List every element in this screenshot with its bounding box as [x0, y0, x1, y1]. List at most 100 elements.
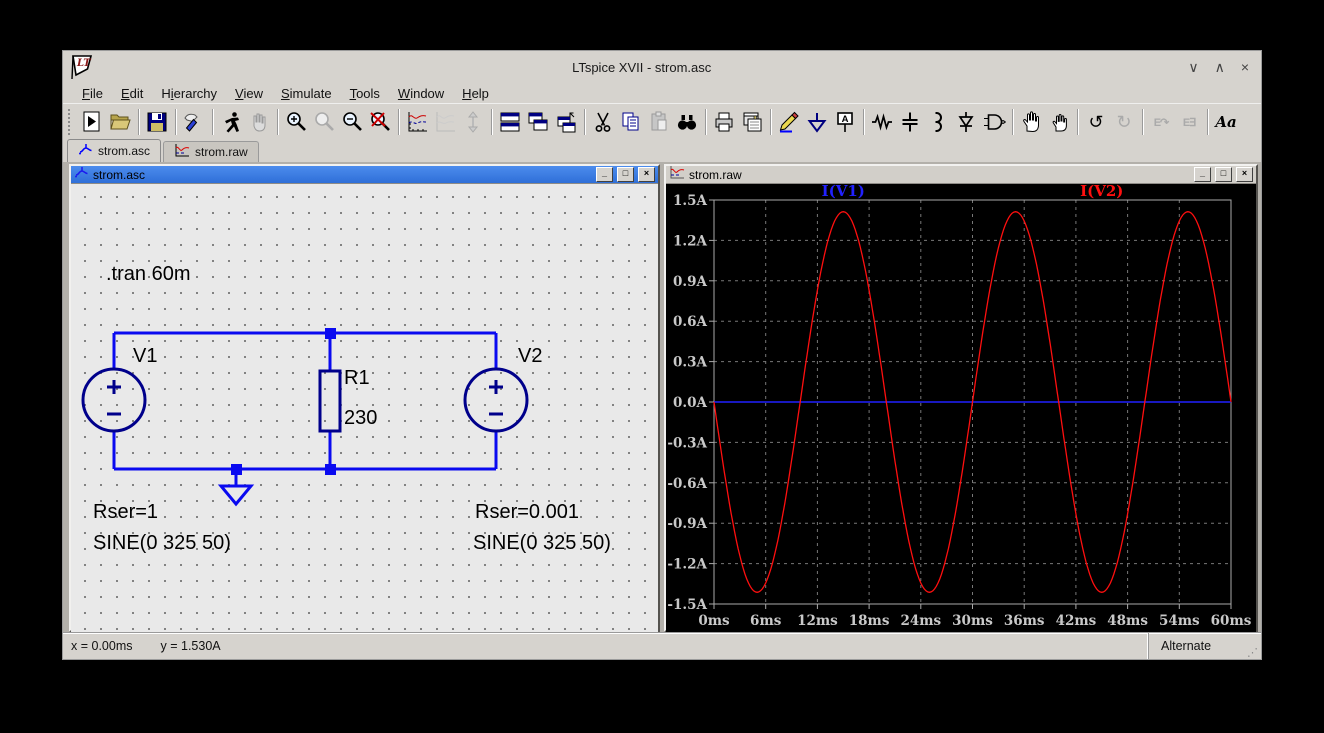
waveform-pane-alt-icon — [431, 108, 459, 136]
schematic-canvas[interactable]: .tran 60m V1 R1 230 V2 Rser=1 SINE(0 325… — [71, 183, 658, 632]
x-tick-label: 42ms — [1056, 613, 1097, 627]
waveform-window: strom.raw _ □ × 0ms 6ms 12ms 18ms 24ms 30ms 36… — [664, 164, 1258, 632]
print-icon[interactable] — [710, 108, 738, 136]
toolbar-grip[interactable] — [68, 109, 75, 135]
menu-bar: File Edit Hierarchy View Simulate Tools Window… — [63, 83, 1261, 103]
v1-rser-label[interactable]: Rser=1 — [93, 501, 158, 523]
close-button[interactable]: × — [1241, 59, 1249, 76]
resistor-r1[interactable] — [318, 369, 342, 433]
cut-icon[interactable] — [589, 108, 617, 136]
y-tick-label: 1.5A — [673, 193, 707, 209]
copy-icon[interactable] — [617, 108, 645, 136]
trace-label[interactable]: I(V2) — [1080, 182, 1123, 200]
y-tick-label: -0.9A — [667, 516, 707, 532]
menu-view[interactable]: View — [226, 85, 272, 102]
component-icon[interactable] — [980, 108, 1008, 136]
wire-icon[interactable] — [775, 108, 803, 136]
zoom-in-icon[interactable] — [282, 108, 310, 136]
child-minimize-button[interactable]: _ — [596, 167, 613, 182]
minimize-button[interactable]: ∨ — [1188, 59, 1198, 76]
menu-hierarchy[interactable]: Hierarchy — [152, 85, 226, 102]
diode-icon[interactable] — [952, 108, 980, 136]
menu-simulate[interactable]: Simulate — [272, 85, 341, 102]
trace-label[interactable]: I(V1) — [822, 182, 865, 200]
text-tool-icon[interactable]: Aa — [1212, 108, 1240, 136]
menu-tools[interactable]: Tools — [341, 85, 389, 102]
v1-ref-label[interactable]: V1 — [133, 345, 157, 367]
menu-window[interactable]: Window — [389, 85, 453, 102]
net-label-icon[interactable]: A — [831, 108, 859, 136]
find-icon[interactable] — [673, 108, 701, 136]
y-tick-label: 0.0A — [673, 395, 707, 411]
capacitor-icon[interactable] — [896, 108, 924, 136]
r1-value-label[interactable]: 230 — [344, 407, 377, 429]
v1-sine-label[interactable]: SINE(0 325 50) — [93, 532, 231, 554]
mdi-area: strom.asc _ □ × .tran 60m V1 R1 230 V2 R… — [63, 162, 1261, 632]
child-close-button[interactable]: × — [638, 167, 655, 182]
window-title: LTspice XVII - strom.asc — [572, 59, 712, 75]
maximize-button[interactable]: ∧ — [1215, 59, 1225, 76]
child-maximize-button[interactable]: □ — [1215, 167, 1232, 182]
ground-symbol[interactable] — [217, 484, 255, 507]
y-tick-label: -1.2A — [667, 557, 707, 573]
title-bar[interactable]: LT LTspice XVII - strom.asc ∨ ∧ × — [63, 51, 1261, 83]
voltage-source-v1[interactable] — [81, 367, 147, 433]
v2-rser-label[interactable]: Rser=0.001 — [475, 501, 579, 523]
new-schematic-icon[interactable] — [78, 108, 106, 136]
tile-vertical-icon[interactable] — [524, 108, 552, 136]
move-icon[interactable] — [1017, 108, 1045, 136]
schematic-window-title: strom.asc — [93, 167, 146, 182]
voltage-source-v2[interactable] — [463, 367, 529, 433]
cursor-x-readout: x = 0.00ms — [71, 639, 133, 653]
control-panel-icon[interactable] — [180, 108, 208, 136]
cascade-windows-icon[interactable] — [552, 108, 580, 136]
x-tick-label: 18ms — [849, 613, 890, 627]
v2-ref-label[interactable]: V2 — [518, 345, 542, 367]
drag-icon[interactable] — [1045, 108, 1073, 136]
ltspice-logo-icon: LT — [71, 54, 95, 80]
zoom-full-extents-icon[interactable] — [366, 108, 394, 136]
solver-mode: Alternate — [1148, 633, 1247, 659]
menu-edit[interactable]: Edit — [112, 85, 152, 102]
spice-directive[interactable]: .tran 60m — [106, 263, 190, 285]
mirror-icon: E∃ — [1182, 116, 1196, 129]
x-tick-label: 6ms — [750, 613, 782, 627]
ground-icon[interactable] — [803, 108, 831, 136]
autorange-y-icon — [459, 108, 487, 136]
child-minimize-button[interactable]: _ — [1194, 167, 1211, 182]
resistor-icon[interactable] — [868, 108, 896, 136]
run-icon[interactable] — [217, 108, 245, 136]
resize-grip[interactable]: ⋰ — [1247, 646, 1261, 659]
child-maximize-button[interactable]: □ — [617, 167, 634, 182]
waveform-plot[interactable]: 0ms 6ms 12ms 18ms 24ms 30ms 36ms 42ms 48ms 54ms 60… — [666, 182, 1256, 632]
inductor-icon[interactable] — [924, 108, 952, 136]
schematic-doc-icon — [78, 143, 93, 160]
menu-file[interactable]: File — [73, 85, 112, 102]
r1-ref-label[interactable]: R1 — [344, 367, 370, 389]
x-tick-label: 30ms — [952, 613, 993, 627]
schematic-window: strom.asc _ □ × .tran 60m V1 R1 230 V2 R… — [69, 164, 660, 632]
menu-help[interactable]: Help — [453, 85, 498, 102]
y-tick-label: -0.6A — [667, 476, 707, 492]
tab-bar: strom.asc strom.raw — [63, 139, 1261, 162]
svg-text:A: A — [842, 114, 849, 125]
waveform-pane-icon[interactable] — [403, 108, 431, 136]
undo-icon[interactable]: ↺ — [1082, 108, 1110, 136]
child-close-button[interactable]: × — [1236, 167, 1253, 182]
schematic-window-titlebar[interactable]: strom.asc _ □ × — [71, 166, 658, 183]
waveform-window-titlebar[interactable]: strom.raw _ □ × — [666, 166, 1256, 183]
tab-label: strom.raw — [195, 145, 248, 159]
open-icon[interactable] — [106, 108, 134, 136]
cursor-y-readout: y = 1.530A — [160, 639, 221, 653]
save-icon[interactable] — [143, 108, 171, 136]
tab-strom-raw[interactable]: strom.raw — [163, 141, 259, 162]
print-preview-icon[interactable] — [738, 108, 766, 136]
zoom-out-icon[interactable] — [338, 108, 366, 136]
tab-strom-asc[interactable]: strom.asc — [67, 139, 162, 162]
y-tick-label: 0.9A — [673, 274, 707, 290]
waveform-doc-icon — [174, 143, 190, 161]
v2-sine-label[interactable]: SINE(0 325 50) — [473, 532, 611, 554]
y-tick-label: 0.6A — [673, 314, 707, 330]
tile-horizontal-icon[interactable] — [496, 108, 524, 136]
wires[interactable] — [112, 331, 498, 486]
